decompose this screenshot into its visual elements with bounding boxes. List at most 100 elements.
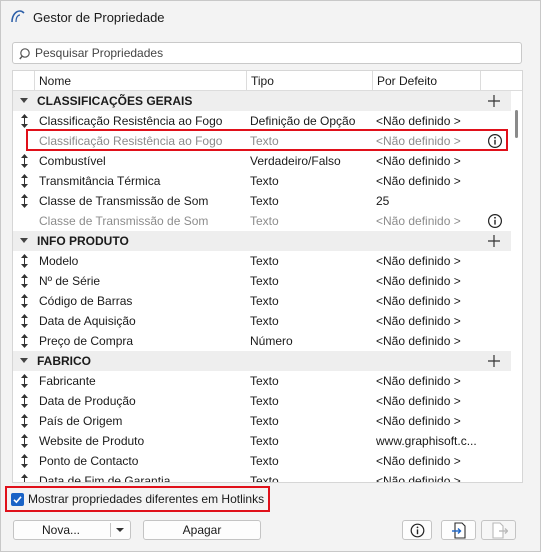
vertical-scrollbar[interactable] [513,92,522,482]
cell-default: <Não definido > [376,374,461,388]
cell-default: <Não definido > [376,174,461,188]
cell-type: Definição de Opção [250,114,356,128]
drag-handle-icon[interactable] [21,114,28,128]
group-label: FABRICO [37,354,91,368]
search-box[interactable] [12,42,522,64]
table-row[interactable]: Modelo Texto <Não definido > [13,251,511,271]
table-row[interactable]: Classe de Transmissão de Som Texto 25 [13,191,511,211]
column-header-default[interactable]: Por Defeito [372,71,482,91]
drag-handle-icon[interactable] [21,414,28,428]
delete-button[interactable]: Apagar [143,520,261,540]
cell-type: Texto [250,394,279,408]
cell-type: Texto [250,374,279,388]
drag-handle-icon[interactable] [21,434,28,448]
cell-name: Nº de Série [39,274,101,288]
table-row[interactable]: Código de Barras Texto <Não definido > [13,291,511,311]
column-header-name[interactable]: Nome [34,71,248,91]
add-property-icon[interactable] [486,353,502,369]
cell-name: Ponto de Contacto [39,454,139,468]
highlight-frame-hotlinks-option [5,486,270,512]
group-label: CLASSIFICAÇÕES GERAIS [37,94,193,108]
group-header-row[interactable]: CLASSIFICAÇÕES GERAIS [13,91,511,111]
new-button-label: Nova... [41,523,80,537]
table-row[interactable]: Website de Produto Texto www.graphisoft.c.… [13,431,511,451]
title-bar: Gestor de Propriedade [1,1,540,33]
group-header-row[interactable]: INFO PRODUTO [13,231,511,251]
drag-handle-icon[interactable] [21,294,28,308]
drag-handle-icon[interactable] [21,154,28,168]
cell-name: Classe de Transmissão de Som [39,214,209,228]
table-row[interactable]: Data de Aquisição Texto <Não definido > [13,311,511,331]
table-row[interactable]: Data de Produção Texto <Não definido > [13,391,511,411]
table-row[interactable]: Classe de Transmissão de Som Texto <Não de… [13,211,511,231]
add-property-icon[interactable] [486,233,502,249]
cell-name: Fabricante [39,374,96,388]
table-row[interactable]: Transmitância Térmica Texto <Não definido … [13,171,511,191]
table-row[interactable]: Fabricante Texto <Não definido > [13,371,511,391]
drag-handle-icon[interactable] [21,254,28,268]
info-button[interactable] [402,520,432,540]
collapse-triangle-icon[interactable] [20,98,28,103]
cell-name: Data de Aquisição [39,314,136,328]
group-label: INFO PRODUTO [37,234,129,248]
collapse-triangle-icon[interactable] [20,238,28,243]
chevron-down-icon[interactable] [115,526,125,534]
table-row[interactable]: Ponto de Contacto Texto <Não definido > [13,451,511,471]
table-row[interactable]: Data de Fim de Garantia Texto <Não definid… [13,471,511,483]
cell-type: Texto [250,474,279,483]
cell-default: <Não definido > [376,414,461,428]
drag-handle-icon[interactable] [21,454,28,468]
drag-handle-icon[interactable] [21,394,28,408]
cell-default: <Não definido > [376,214,461,228]
cell-name: País de Origem [39,414,123,428]
cell-type: Texto [250,454,279,468]
cell-name: Combustível [39,154,106,168]
split-divider [110,523,111,537]
table-row[interactable]: Combustível Verdadeiro/Falso <Não definido… [13,151,511,171]
drag-handle-icon[interactable] [21,194,28,208]
group-header-row[interactable]: FABRICO [13,351,511,371]
import-icon [452,522,466,539]
cell-default: www.graphisoft.c... [376,434,477,448]
drag-handle-icon[interactable] [21,274,28,288]
table-row[interactable]: Preço de Compra Número <Não definido > [13,331,511,351]
drag-handle-icon[interactable] [21,474,28,483]
cell-default: <Não definido > [376,114,461,128]
arc-icon [11,10,25,23]
cell-type: Texto [250,434,279,448]
scrollbar-thumb[interactable] [515,110,518,138]
export-button[interactable] [481,520,516,540]
drag-handle-icon[interactable] [21,374,28,388]
cell-name: Preço de Compra [39,334,134,348]
table-row[interactable]: País de Origem Texto <Não definido > [13,411,511,431]
cell-type: Texto [250,294,279,308]
add-property-icon[interactable] [486,93,502,109]
cell-default: <Não definido > [376,394,461,408]
cell-type: Número [250,334,293,348]
column-header-type[interactable]: Tipo [246,71,372,91]
cell-name: Modelo [39,254,79,268]
window-title: Gestor de Propriedade [33,10,165,25]
cell-default: <Não definido > [376,294,461,308]
table-row[interactable]: Classificação Resistência ao Fogo Definiç… [13,111,511,131]
info-icon [410,523,425,538]
import-button[interactable] [441,520,476,540]
highlight-frame-hotlink-row [26,129,508,151]
new-property-button[interactable]: Nova... [13,520,131,540]
cell-default: <Não definido > [376,474,461,483]
hotlink-info-icon[interactable] [487,213,503,229]
table-row[interactable]: Nº de Série Texto <Não definido > [13,271,511,291]
search-icon [19,48,30,60]
cell-name: Classe de Transmissão de Som [39,194,209,208]
cell-default: <Não definido > [376,314,461,328]
cell-type: Texto [250,414,279,428]
cell-type: Texto [250,254,279,268]
cell-type: Verdadeiro/Falso [250,154,341,168]
search-input[interactable] [35,44,515,62]
drag-handle-icon[interactable] [21,334,28,348]
drag-handle-icon[interactable] [21,174,28,188]
cell-type: Texto [250,194,279,208]
collapse-triangle-icon[interactable] [20,358,28,363]
drag-handle-icon[interactable] [21,314,28,328]
cell-name: Classificação Resistência ao Fogo [39,114,223,128]
